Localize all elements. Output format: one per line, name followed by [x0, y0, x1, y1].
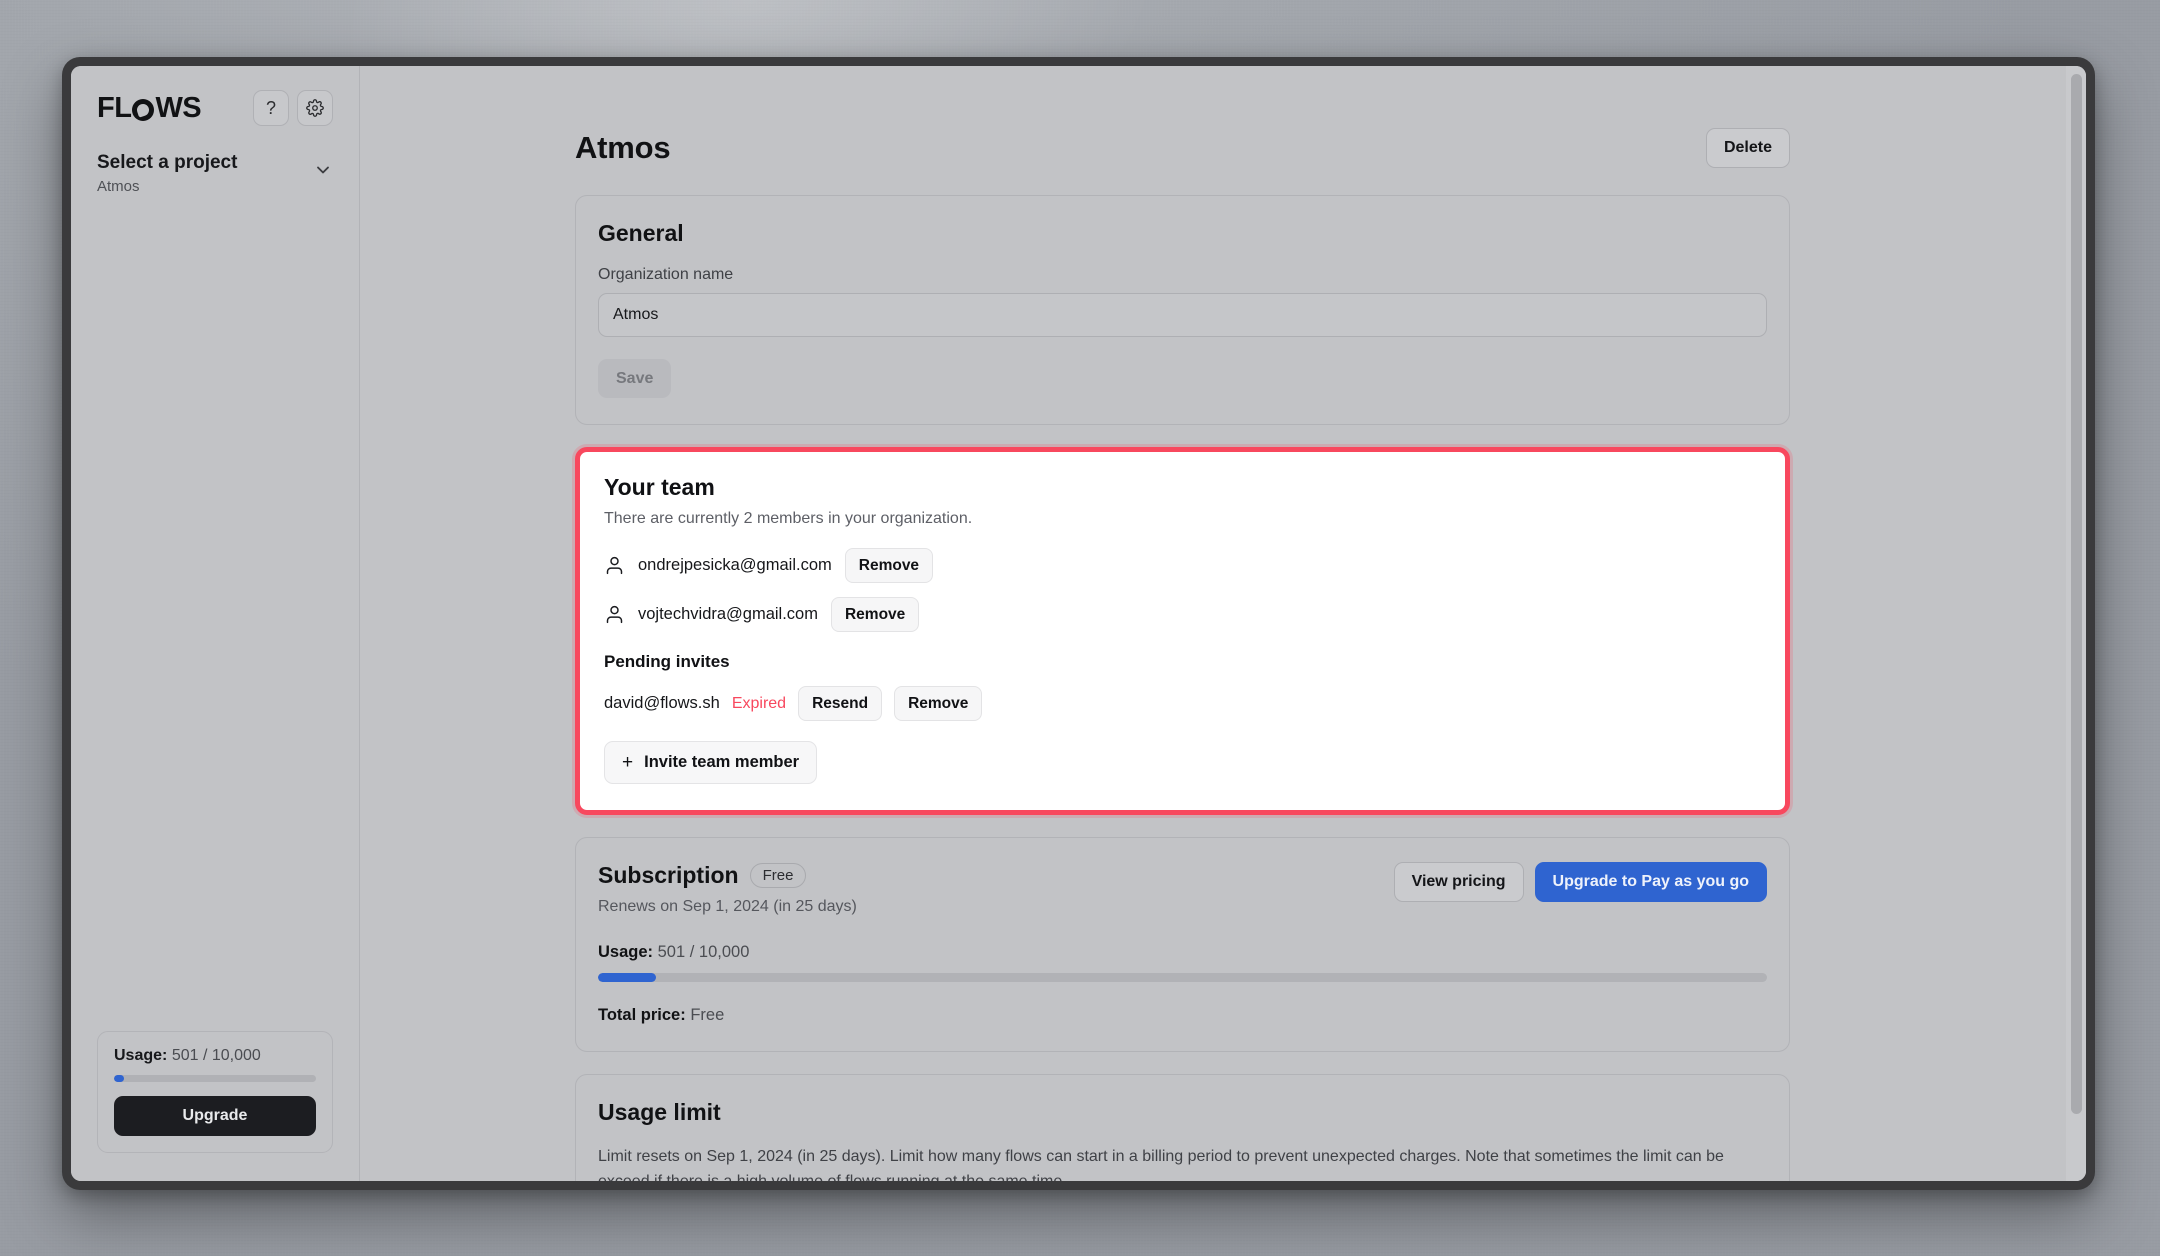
invite-team-member-button[interactable]: + Invite team member: [604, 741, 818, 785]
subscription-usage-text: Usage: 501 / 10,000: [598, 943, 1767, 962]
subscription-total-price: Total price: Free: [598, 1006, 1767, 1025]
help-button[interactable]: ?: [253, 90, 289, 126]
subscription-usage-label: Usage:: [598, 943, 654, 962]
remove-member-button[interactable]: Remove: [830, 597, 920, 633]
subscription-header-left: Subscription Free Renews on Sep 1, 2024 …: [598, 862, 857, 916]
user-avatar-icon: [604, 555, 625, 576]
your-team-title: Your team: [604, 474, 715, 501]
logo-text-ws: WS: [155, 91, 202, 124]
plus-icon: +: [622, 752, 634, 774]
main-content: Atmos Delete General Organization name S…: [360, 66, 2086, 1181]
main-scrollbar-track[interactable]: [2066, 66, 2086, 1181]
settings-button[interactable]: [297, 90, 333, 126]
page-header: Atmos Delete: [575, 128, 1790, 168]
invite-team-member-label: Invite team member: [644, 753, 800, 772]
usage-limit-card: Usage limit Limit resets on Sep 1, 2024 …: [575, 1074, 1790, 1181]
total-price-value: Free: [690, 1006, 725, 1025]
subscription-card: Subscription Free Renews on Sep 1, 2024 …: [575, 837, 1790, 1053]
gear-icon: [306, 99, 324, 117]
save-button[interactable]: Save: [598, 358, 672, 399]
content-column: Atmos Delete General Organization name S…: [575, 128, 1790, 1181]
flows-logo: FL WS: [97, 91, 202, 125]
general-title: General: [598, 219, 684, 246]
usage-limit-paragraph-1: Limit resets on Sep 1, 2024 (in 25 days)…: [598, 1148, 1724, 1181]
usage-limit-title: Usage limit: [598, 1099, 721, 1126]
pending-invite-row: david@flows.sh Expired Resend Remove: [604, 686, 1761, 722]
delete-organization-button[interactable]: Delete: [1705, 128, 1790, 168]
subscription-usage-value: 501 / 10,000: [657, 943, 750, 962]
sidebar-usage-card: Usage: 501 / 10,000 Upgrade: [97, 1031, 333, 1153]
subscription-title: Subscription: [598, 862, 739, 889]
your-team-subtitle: There are currently 2 members in your or…: [604, 510, 973, 528]
sidebar: FL WS ? Select a project Atmos Usage: 50…: [71, 66, 360, 1181]
remove-member-button[interactable]: Remove: [844, 548, 934, 584]
pending-invites-title: Pending invites: [604, 652, 730, 672]
team-member-row: vojtechvidra@gmail.com Remove: [604, 597, 1761, 633]
subscription-usage-progress: [598, 973, 1767, 983]
organization-name-input[interactable]: [598, 292, 1767, 337]
subscription-title-row: Subscription Free: [598, 862, 857, 889]
flows-logo-mark-icon: [132, 99, 155, 121]
sidebar-upgrade-button[interactable]: Upgrade: [114, 1096, 316, 1136]
team-member-email: ondrejpesicka@gmail.com: [638, 556, 832, 575]
save-row: Save: [598, 358, 1767, 399]
sidebar-usage-progress: [114, 1075, 316, 1082]
total-price-label: Total price:: [598, 1006, 686, 1025]
logo-text-fl: FL: [97, 91, 132, 124]
page-title: Atmos: [575, 129, 671, 165]
sidebar-usage-text: Usage: 501 / 10,000: [114, 1047, 316, 1065]
invite-status-badge: Expired: [731, 694, 787, 712]
sidebar-usage-value: 501 / 10,000: [171, 1047, 261, 1064]
project-picker[interactable]: Select a project Atmos: [97, 150, 333, 195]
subscription-actions: View pricing Upgrade to Pay as you go: [1393, 862, 1767, 902]
pending-invite-email: david@flows.sh: [604, 694, 720, 713]
remove-invite-button[interactable]: Remove: [894, 686, 983, 722]
sidebar-usage-progress-fill: [114, 1075, 125, 1082]
subscription-usage-progress-fill: [598, 973, 657, 983]
sidebar-header: FL WS ? Select a project Atmos: [71, 66, 359, 195]
user-avatar-icon: [604, 604, 625, 625]
sidebar-usage-label: Usage:: [114, 1047, 168, 1064]
subscription-plan-badge: Free: [749, 863, 807, 889]
project-picker-title: Select a project: [97, 152, 238, 173]
subscription-header: Subscription Free Renews on Sep 1, 2024 …: [598, 862, 1767, 916]
general-card: General Organization name Save: [575, 194, 1790, 426]
project-picker-current: Atmos: [97, 177, 140, 195]
main-scroll-area: Atmos Delete General Organization name S…: [360, 66, 2086, 1181]
resend-invite-button[interactable]: Resend: [798, 686, 883, 722]
app-viewport: FL WS ? Select a project Atmos Usage: 50…: [71, 66, 2086, 1181]
team-member-email: vojtechvidra@gmail.com: [638, 605, 818, 624]
your-team-card: Your team There are currently 2 members …: [575, 447, 1790, 816]
view-pricing-button[interactable]: View pricing: [1393, 862, 1524, 902]
chevron-down-icon: [313, 160, 333, 184]
organization-name-label: Organization name: [598, 265, 734, 283]
upgrade-pay-as-you-go-button[interactable]: Upgrade to Pay as you go: [1534, 862, 1767, 902]
subscription-renewal-text: Renews on Sep 1, 2024 (in 25 days): [598, 898, 857, 916]
team-member-row: ondrejpesicka@gmail.com Remove: [604, 548, 1761, 584]
main-scrollbar-thumb[interactable]: [2071, 74, 2082, 1114]
browser-window: FL WS ? Select a project Atmos Usage: 50…: [62, 57, 2095, 1190]
brand-row: FL WS ?: [97, 90, 333, 126]
question-mark-icon: ?: [265, 97, 276, 118]
